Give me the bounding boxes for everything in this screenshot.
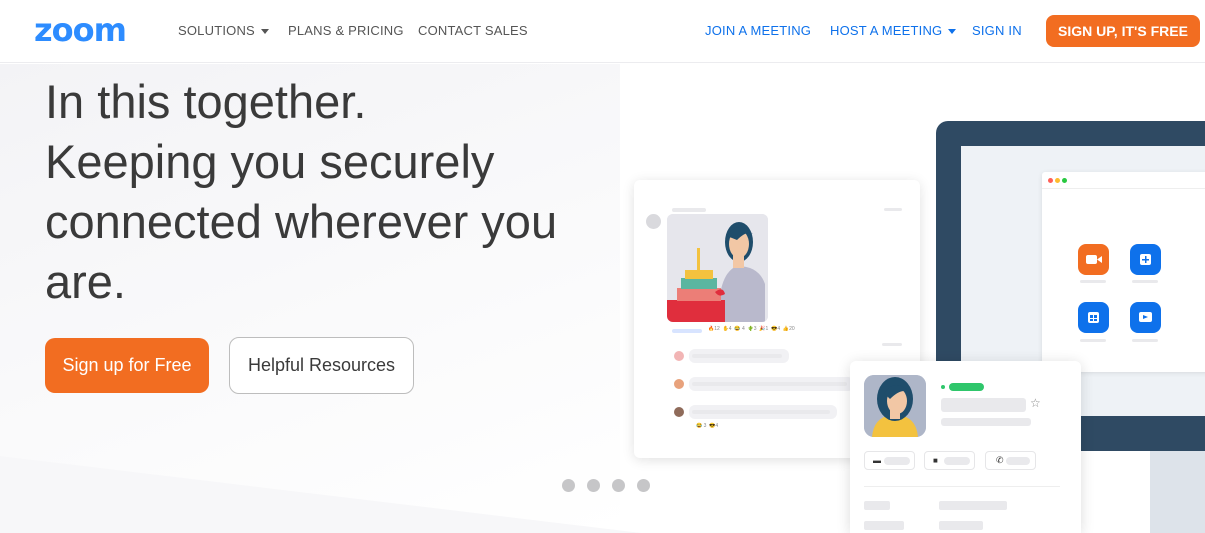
carousel-dot-2[interactable] — [587, 479, 600, 492]
app-button-label — [1132, 280, 1158, 283]
signup-free-button[interactable]: Sign up for Free — [45, 338, 209, 393]
window-divider — [1042, 188, 1205, 189]
nav-contact-sales[interactable]: CONTACT SALES — [418, 23, 528, 39]
nav-host-label: HOST A MEETING — [830, 23, 943, 38]
button-label-placeholder — [1006, 457, 1030, 465]
chat-icon: ▬ — [873, 456, 881, 465]
birthday-photo-illustration — [667, 214, 768, 322]
caret-down-icon — [260, 29, 269, 35]
info-label-placeholder — [864, 521, 904, 530]
avatar — [646, 214, 661, 229]
video-icon: ■ — [933, 456, 938, 465]
share-screen-icon — [1130, 302, 1161, 333]
nav-host-meeting[interactable]: HOST A MEETING — [830, 23, 957, 39]
avatar — [674, 407, 684, 417]
reaction-tag — [672, 329, 702, 333]
nav-solutions-label: SOLUTIONS — [178, 23, 255, 38]
star-icon[interactable]: ☆ — [1030, 397, 1041, 409]
video-icon — [1078, 244, 1109, 275]
nav-plans-pricing[interactable]: PLANS & PRICING — [288, 23, 404, 39]
chat-button[interactable]: ▬ — [864, 451, 915, 470]
chat-time-placeholder — [882, 343, 902, 346]
avatar — [674, 379, 684, 389]
info-label-placeholder — [864, 501, 890, 510]
headline-line-1: In this together. — [45, 75, 367, 128]
calendar-icon — [1078, 302, 1109, 333]
top-navigation: zoom SOLUTIONS PLANS & PRICING CONTACT S… — [0, 0, 1205, 63]
helpful-resources-button[interactable]: Helpful Resources — [229, 337, 414, 394]
chat-text-placeholder — [692, 354, 782, 358]
hero-headline: In this together. Keeping you securely c… — [45, 72, 605, 312]
chat-name-placeholder — [672, 208, 706, 212]
window-close-dot — [1048, 178, 1053, 183]
carousel-dot-4[interactable] — [637, 479, 650, 492]
emoji-reactions-row: 😂 3 😎4 — [696, 423, 719, 429]
zoom-app-window-illustration — [1042, 172, 1205, 372]
headline-line-4: are. — [45, 255, 126, 308]
zoom-logo[interactable]: zoom — [34, 14, 127, 46]
chat-time-placeholder — [884, 208, 902, 211]
carousel-dot-3[interactable] — [612, 479, 625, 492]
nav-join-meeting[interactable]: JOIN A MEETING — [705, 23, 811, 39]
emoji-reactions-row: 🔥12 ✋4 😂 4 🌵3 🎉1 😎4 👍20 — [708, 326, 795, 332]
button-label-placeholder — [884, 457, 910, 465]
carousel-dot-1[interactable] — [562, 479, 575, 492]
chat-text-placeholder — [692, 410, 830, 414]
info-value-placeholder — [939, 521, 983, 530]
signup-button-top[interactable]: SIGN UP, IT'S FREE — [1046, 15, 1200, 47]
app-button-label — [1132, 339, 1158, 342]
chat-text-placeholder — [692, 382, 847, 386]
status-badge — [949, 383, 984, 391]
caret-down-icon — [948, 29, 957, 35]
online-status-dot — [941, 385, 945, 389]
contact-card-illustration: ☆ ▬ ■ ✆ — [850, 361, 1081, 533]
window-maximize-dot — [1062, 178, 1067, 183]
plus-icon — [1130, 244, 1161, 275]
divider — [864, 486, 1060, 487]
video-call-button[interactable]: ■ — [924, 451, 975, 470]
contact-detail-placeholder — [941, 418, 1031, 426]
phone-icon: ✆ — [996, 455, 1004, 465]
info-value-placeholder — [939, 501, 1007, 510]
contact-name-placeholder — [941, 398, 1026, 412]
nav-sign-in[interactable]: SIGN IN — [972, 23, 1022, 39]
avatar — [674, 351, 684, 361]
monitor-stand — [1150, 451, 1205, 533]
app-button-label — [1080, 339, 1106, 342]
phone-call-button[interactable]: ✆ — [985, 451, 1036, 470]
headline-line-3: connected wherever you — [45, 195, 558, 248]
button-label-placeholder — [944, 457, 970, 465]
window-minimize-dot — [1055, 178, 1060, 183]
nav-solutions[interactable]: SOLUTIONS — [178, 23, 269, 39]
headline-line-2: Keeping you securely — [45, 135, 495, 188]
app-button-label — [1080, 280, 1106, 283]
contact-avatar — [864, 375, 926, 437]
